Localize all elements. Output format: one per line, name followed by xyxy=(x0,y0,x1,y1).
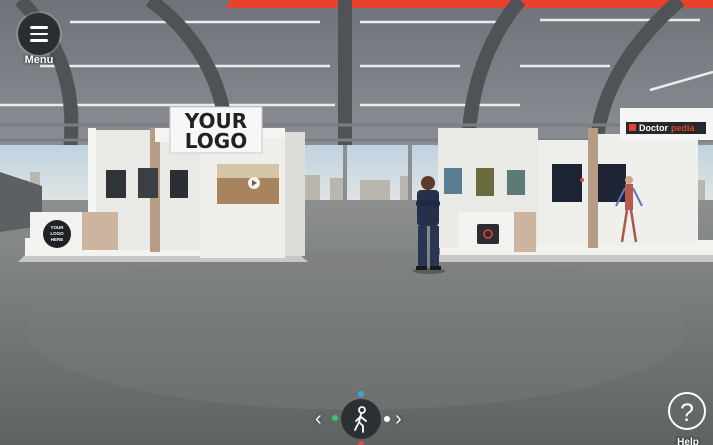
right-booth-screen-1[interactable] xyxy=(552,164,582,202)
left-booth-poster-1 xyxy=(106,170,126,198)
counter-logo-line-1: YOUR xyxy=(50,225,64,230)
nav-dot-down[interactable] xyxy=(358,441,364,445)
left-booth-poster-2 xyxy=(138,168,158,198)
nav-right-arrow[interactable]: › xyxy=(395,409,402,429)
nav-dot-left xyxy=(332,415,338,421)
walk-mode-button[interactable] xyxy=(341,399,381,439)
right-booth-counter-panel xyxy=(514,212,536,252)
help-label: Help xyxy=(677,437,699,445)
floor-sheen xyxy=(26,250,686,410)
counter-brand-icon xyxy=(477,224,499,244)
brand-part-1: Doctor xyxy=(639,123,668,133)
counter-logo-line-3: HERE xyxy=(51,237,64,242)
right-booth-poster-1 xyxy=(444,168,462,194)
nav-dot-up[interactable] xyxy=(358,391,364,397)
nav-dot-right xyxy=(384,416,390,422)
hamburger-icon-middle xyxy=(30,32,48,36)
walking-person-icon xyxy=(354,406,367,433)
right-booth-pillar xyxy=(588,128,598,248)
hamburger-icon xyxy=(30,26,48,29)
left-booth-video-sky xyxy=(217,164,279,178)
virtual-expo-hall: YOUR LOGO YOUR LOGO HERE Doctor pedia Me… xyxy=(0,0,713,445)
right-booth-poster-mona-lisa xyxy=(476,168,494,196)
brand-part-2: pedia xyxy=(671,123,696,133)
hamburger-icon-bottom xyxy=(30,39,48,42)
menu-label: Menu xyxy=(24,54,54,66)
left-booth-counter-panel xyxy=(82,212,118,250)
left-booth-poster-3 xyxy=(170,170,188,198)
right-booth-poster-3 xyxy=(507,170,525,195)
screen-indicator-dot xyxy=(580,178,584,182)
doctorpedia-cross-icon xyxy=(629,124,636,131)
top-red-banner xyxy=(226,0,713,8)
nav-left-arrow[interactable]: ‹ xyxy=(315,409,322,429)
menu-button[interactable] xyxy=(18,13,60,55)
exhibition-hall-3d-view[interactable]: YOUR LOGO YOUR LOGO HERE Doctor pedia xyxy=(0,0,713,445)
sign-line-2: LOGO xyxy=(185,129,247,153)
counter-logo-line-2: LOGO xyxy=(50,231,64,236)
help-button[interactable]: ? xyxy=(668,392,706,430)
left-booth-right-pillar xyxy=(285,132,305,256)
